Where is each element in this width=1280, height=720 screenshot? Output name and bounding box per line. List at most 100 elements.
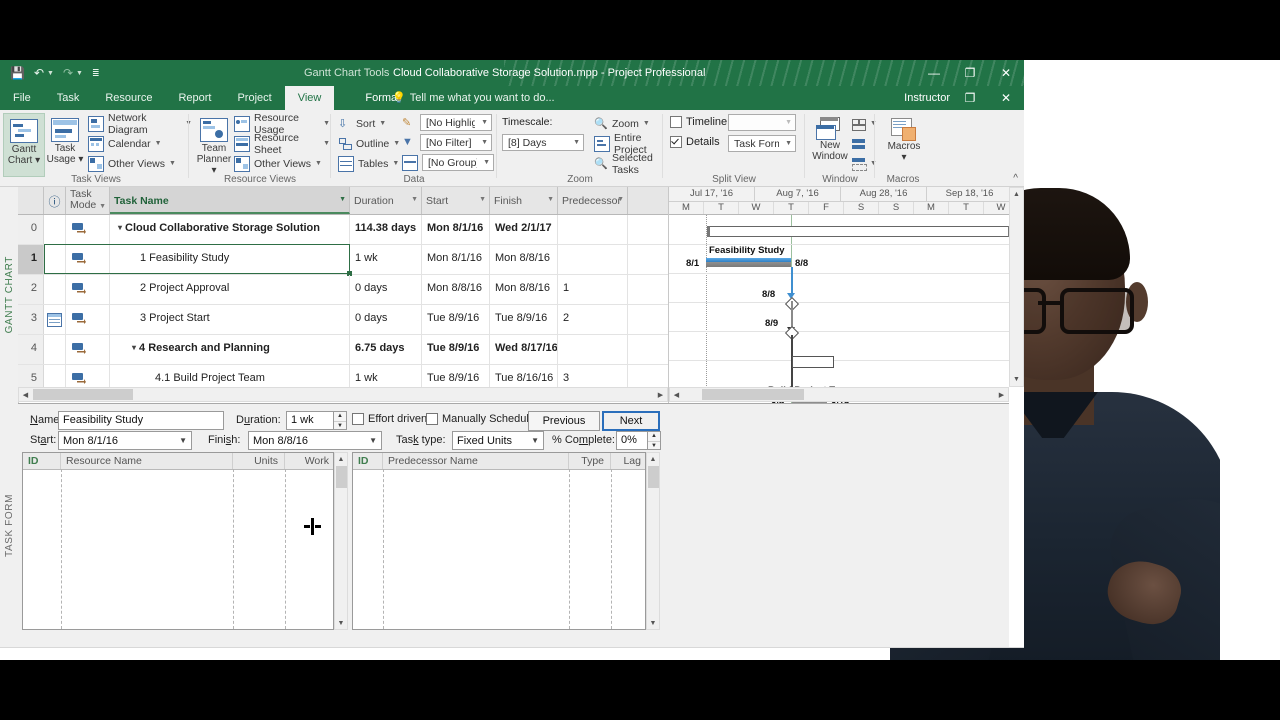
row-task-name[interactable]: 1 Feasibility Study [110,245,350,274]
gantt-chart-side-label[interactable]: GANTT CHART [0,187,19,403]
row-finish[interactable]: Wed 2/1/17 [490,215,558,244]
resource-table-scrollbar[interactable]: ▲ ▼ [334,452,348,630]
table-row[interactable]: 0 ▾ Cloud Collaborative Storage Solution … [18,215,668,245]
scroll-down-icon[interactable]: ▼ [1010,373,1023,386]
close-document-icon[interactable]: ✕ [988,86,1024,110]
task-usage-button[interactable]: Task Usage ▾ [45,113,85,165]
row-start[interactable]: Tue 8/9/16 [422,305,490,334]
collapse-triangle-icon[interactable]: ▾ [132,343,136,352]
table-row[interactable]: 4 ▾ 4 Research and Planning 6.75 days Tue… [18,335,668,365]
table-row[interactable]: 3 3 Project Start 0 days Tue 8/9/16 Tue … [18,305,668,335]
effort-driven-checkbox-box[interactable] [352,413,364,425]
column-header-finish[interactable]: Finish ▼ [490,187,558,214]
manually-scheduled-checkbox[interactable]: Manually Scheduled [426,413,541,425]
duration-stepper[interactable]: ▲ ▼ [334,411,347,430]
sort-button[interactable]: ⇩ Sort ▼ [338,115,386,132]
row-task-mode[interactable] [66,275,110,304]
collapse-ribbon-icon[interactable]: ^ [1013,173,1018,184]
customize-qat-icon[interactable]: ≣ [92,68,100,78]
scroll-down-icon[interactable]: ▼ [647,617,659,629]
account-name[interactable]: Instructor [904,86,950,110]
project-summary-bar[interactable] [707,226,1009,237]
row-task-name[interactable]: ▾ 4 Research and Planning [110,335,350,364]
row-task-name[interactable]: 2 Project Approval [110,275,350,304]
task-form-side-label[interactable]: TASK FORM [0,403,19,647]
row-start[interactable]: Mon 8/8/16 [422,275,490,304]
tab-file[interactable]: File [0,86,44,110]
column-header-predecessor[interactable]: Predecessor ▼ [558,187,628,214]
quick-access-toolbar[interactable]: 💾 ↶ ▼ ↷ ▼ ≣ [10,60,100,86]
calendar-button[interactable]: Calendar ▼ [88,135,162,152]
table-row[interactable]: 2 2 Project Approval 0 days Mon 8/8/16 M… [18,275,668,305]
save-icon[interactable]: 💾 [10,67,25,79]
row-duration[interactable]: 0 days [350,275,422,304]
chart-vertical-scrollbar[interactable]: ▲ ▼ [1009,187,1024,387]
other-views-task-button[interactable]: Other Views ▼ [88,155,176,172]
resource-col-name[interactable]: Resource Name [61,453,233,469]
duration-input[interactable]: 1 wk [286,411,334,430]
row-predecessor[interactable] [558,245,628,274]
other-views-resource-button[interactable]: Other Views ▼ [234,155,322,172]
task-name-input[interactable]: Feasibility Study [58,411,224,430]
predecessor-col-name[interactable]: Predecessor Name [383,453,569,469]
filter-combo[interactable]: [No Filter] ▼ [420,134,492,151]
next-button[interactable]: Next [602,411,660,431]
task-type-dropdown[interactable]: Fixed Units ▼ [452,431,544,450]
timeline-checkbox[interactable]: Timeline [670,116,727,128]
column-header-info[interactable]: ⓘ [44,187,66,214]
grid-horizontal-scrollbar[interactable]: ◀ ▶ [18,387,668,402]
timeline-checkbox-box[interactable] [670,116,682,128]
effort-driven-checkbox[interactable]: Effort driven [352,413,427,425]
row-task-name[interactable]: ▾ Cloud Collaborative Storage Solution [110,215,350,244]
row-start[interactable]: Mon 8/1/16 [422,245,490,274]
new-window-button[interactable]: New Window [808,113,852,162]
tables-button[interactable]: Tables ▼ [338,155,399,172]
tab-project[interactable]: Project [224,86,284,110]
timeline-combo[interactable]: ▼ [728,114,796,131]
row-predecessor[interactable]: 2 [558,305,628,334]
row-start[interactable]: Mon 8/1/16 [422,215,490,244]
outline-button[interactable]: Outline ▼ [338,135,400,152]
row-finish[interactable]: Wed 8/17/16 [490,335,558,364]
scroll-up-icon[interactable]: ▲ [647,453,659,465]
row-task-mode[interactable] [66,215,110,244]
tab-view[interactable]: View [284,86,335,110]
resource-sheet-button[interactable]: Resource Sheet ▼ [234,132,330,156]
tab-report[interactable]: Report [165,86,224,110]
redo-icon[interactable]: ↷ [63,67,73,79]
row-start[interactable]: Tue 8/9/16 [422,335,490,364]
scroll-down-icon[interactable]: ▼ [335,617,347,629]
zoom-button[interactable]: 🔍 Zoom ▼ [594,115,650,132]
row-indicator[interactable] [44,245,66,274]
row-predecessor[interactable] [558,335,628,364]
tab-resource[interactable]: Resource [92,86,165,110]
row-duration[interactable]: 1 wk [350,245,422,274]
column-header-start[interactable]: Start ▼ [422,187,490,214]
column-header-task-mode[interactable]: Task Mode ▼ [66,187,110,214]
percent-complete-stepper[interactable]: ▲ ▼ [648,431,661,450]
row-indicator[interactable] [44,275,66,304]
row-predecessor[interactable] [558,215,628,244]
previous-button[interactable]: Previous [528,411,600,431]
predecessor-table[interactable]: ID Predecessor Name Type Lag [352,452,646,630]
predecessor-col-type[interactable]: Type [569,453,611,469]
tab-task[interactable]: Task [44,86,93,110]
group-control[interactable]: [No Group] ▼ [402,154,494,171]
manually-scheduled-checkbox-box[interactable] [426,413,438,425]
entire-project-button[interactable]: Entire Project [594,132,662,156]
row-duration[interactable]: 6.75 days [350,335,422,364]
column-header-duration[interactable]: Duration ▼ [350,187,422,214]
scroll-right-icon[interactable]: ▶ [654,388,667,401]
resource-table[interactable]: ID Resource Name Units Work [22,452,334,630]
macros-button[interactable]: Macros ▾ [882,113,926,163]
gantt-chart-button[interactable]: Gantt Chart ▾ [3,113,45,177]
split-button[interactable] [852,135,866,152]
scroll-right-icon[interactable]: ▶ [995,388,1008,401]
minimize-icon[interactable]: — [916,60,952,86]
column-header-id[interactable] [18,187,44,214]
details-checkbox[interactable]: Details [670,136,720,148]
start-date-dropdown[interactable]: Mon 8/1/16 ▼ [58,431,192,450]
details-checkbox-box[interactable] [670,136,682,148]
undo-icon[interactable]: ↶ [34,67,44,79]
resource-col-work[interactable]: Work [285,453,335,469]
